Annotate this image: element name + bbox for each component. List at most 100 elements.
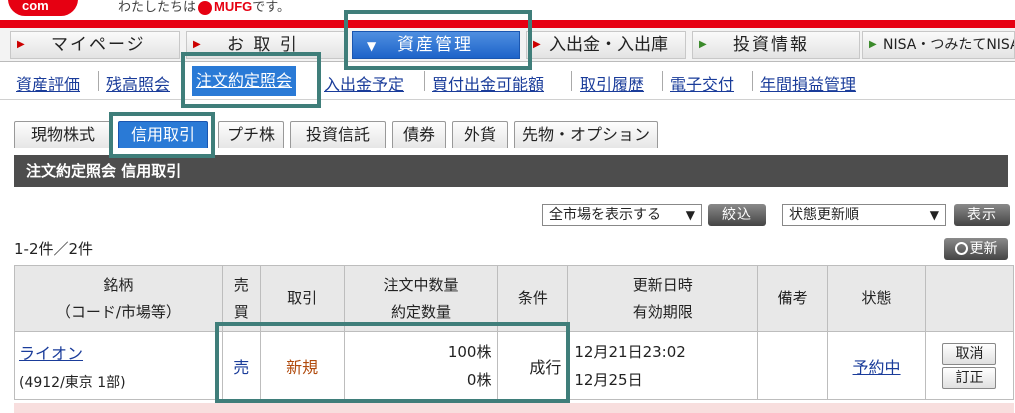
header-order-qty: 注文中数量 — [383, 275, 459, 294]
arrow-down-icon: ▼ — [367, 39, 379, 53]
subnav-annual-pnl[interactable]: 年間損益管理 — [760, 71, 856, 95]
cell-stock: ライオン (4912/東京 1部) — [14, 331, 223, 400]
header-side: 売買 — [221, 265, 261, 332]
status-reserved-link[interactable]: 予約中 — [853, 358, 901, 377]
stock-code: (4912/東京 1部) — [19, 374, 126, 391]
subnav-trade-history[interactable]: 取引履歴 — [580, 71, 644, 95]
header-actions — [924, 265, 1015, 332]
header-updated-at: 更新日時 — [632, 275, 693, 294]
cell-remarks — [757, 331, 829, 400]
cell-trade: 新規 — [259, 331, 345, 400]
nav-asset-management[interactable]: ▼ 資産管理 — [352, 31, 520, 59]
nav-mypage-label: マイページ — [51, 35, 146, 55]
subnav-e-delivery[interactable]: 電子交付 — [670, 71, 734, 95]
brand-logo[interactable]: com — [8, 0, 78, 16]
subnav-divider — [571, 71, 572, 91]
header-trade: 取引 — [259, 265, 345, 332]
tab-margin-trading[interactable]: 信用取引 — [118, 121, 208, 148]
sort-order-select[interactable]: 状態更新順 ▼ — [782, 204, 946, 226]
orders-table: 銘柄 （コード/市場等） 売買 取引 注文中数量 約定数量 条件 更新日時 有効期限 … — [14, 265, 1015, 400]
caret-down-icon: ▼ — [685, 208, 695, 222]
arrow-right-icon: ▶ — [699, 39, 709, 50]
cancel-order-button[interactable]: 取消 — [942, 342, 997, 365]
tab-foreign-currency[interactable]: 外貨 — [452, 121, 508, 148]
tab-futures-options[interactable]: 先物・オプション — [514, 121, 658, 148]
next-row-band — [14, 403, 1014, 413]
updated-at: 12月21日23:02 — [574, 342, 686, 361]
refresh-button[interactable]: 更新 — [944, 238, 1008, 260]
show-button[interactable]: 表示 — [954, 204, 1010, 226]
arrow-right-icon: ▶ — [869, 39, 879, 50]
subnav-balance-inquiry[interactable]: 残高照会 — [106, 71, 170, 95]
tagline-brand: MUFG — [214, 0, 253, 14]
section-title: 注文約定照会 信用取引 — [14, 155, 1008, 187]
nav-nisa[interactable]: ▶ NISA・つみたてNISA — [862, 31, 1015, 59]
nav-trade[interactable]: ▶ お 取 引 — [186, 31, 346, 59]
tagline-suffix: です。 — [252, 0, 290, 15]
expires: 12月25日 — [574, 370, 643, 389]
result-count: 1-2件／2件 — [14, 240, 94, 258]
arrow-right-icon: ▶ — [17, 39, 27, 50]
status-link: 予約中 — [827, 331, 926, 400]
nav-asset-management-label: 資産管理 — [397, 35, 473, 55]
nav-deposit-withdrawal[interactable]: ▶ 入出金・入出庫 — [526, 31, 686, 59]
table-header-row: 銘柄 （コード/市場等） 売買 取引 注文中数量 約定数量 条件 更新日時 有効期限 … — [14, 265, 1015, 332]
nav-nisa-label: NISA・つみたてNISA — [883, 37, 1015, 53]
header-dates: 更新日時 有効期限 — [567, 265, 759, 332]
header-side-sell: 売 — [233, 275, 249, 294]
brand-tagline: わたしたちは MUFGです。 — [118, 0, 290, 15]
refresh-icon — [954, 242, 968, 255]
subnav-deposit-schedule[interactable]: 入出金予定 — [324, 71, 404, 95]
tab-investment-trust[interactable]: 投資信託 — [290, 121, 386, 148]
stock-name-link[interactable]: ライオン — [19, 340, 222, 364]
header-divider — [0, 20, 1015, 28]
nav-mypage[interactable]: ▶ マイページ — [10, 31, 180, 59]
nav-deposit-withdrawal-label: 入出金・入出庫 — [549, 35, 668, 55]
refresh-label: 更新 — [969, 241, 998, 257]
header-filled-qty: 約定数量 — [391, 302, 452, 321]
subnav-divider — [98, 71, 99, 91]
header-stock: 銘柄 （コード/市場等） — [14, 265, 223, 332]
order-qty: 100株 — [447, 342, 492, 361]
market-filter-select[interactable]: 全市場を表示する ▼ — [542, 204, 702, 226]
cell-side: 売 — [221, 331, 261, 400]
header-condition: 条件 — [497, 265, 569, 332]
header-side-buy: 買 — [233, 302, 249, 321]
nav-investment-info[interactable]: ▶ 投資情報 — [692, 31, 860, 59]
subnav-divider — [752, 71, 753, 91]
cell-condition: 成行 — [497, 331, 569, 400]
caret-down-icon: ▼ — [929, 208, 939, 222]
brand-logo-text: com — [22, 0, 49, 13]
cell-quantity: 100株 0株 — [343, 331, 499, 400]
filter-button[interactable]: 絞込 — [708, 204, 766, 226]
tagline-prefix: わたしたちは — [118, 0, 197, 15]
tab-cash-stock[interactable]: 現物株式 — [14, 121, 112, 148]
nav-investment-info-label: 投資情報 — [733, 35, 809, 55]
main-nav: ▶ マイページ ▶ お 取 引 ▼ 資産管理 ▶ 入出金・入出庫 ▶ 投資情報 … — [0, 28, 1015, 62]
header-stock-code: （コード/市場等） — [55, 302, 181, 321]
cell-actions: 取消 訂正 — [924, 331, 1015, 400]
table-row: ライオン (4912/東京 1部) 売 新規 100株 0株 成行 12月21日… — [14, 331, 1015, 400]
subnav-asset-valuation[interactable]: 資産評価 — [16, 71, 80, 95]
amend-order-button[interactable]: 訂正 — [942, 366, 997, 389]
tab-petit-stock[interactable]: プチ株 — [218, 121, 284, 148]
subnav-divider — [424, 71, 425, 91]
arrow-right-icon: ▶ — [193, 39, 203, 50]
subnav-divider — [662, 71, 663, 91]
sub-nav: 資産評価 残高照会 注文約定照会 入出金予定 買付出金可能額 取引履歴 電子交付… — [0, 62, 1015, 100]
sort-order-value: 状態更新順 — [789, 207, 859, 223]
market-filter-value: 全市場を表示する — [549, 207, 661, 223]
header-status: 状態 — [827, 265, 926, 332]
header-quantity: 注文中数量 約定数量 — [343, 265, 499, 332]
cell-dates: 12月21日23:02 12月25日 — [567, 331, 759, 400]
header-expires: 有効期限 — [632, 302, 693, 321]
header-stock-name: 銘柄 — [103, 275, 134, 294]
filled-qty: 0株 — [466, 370, 492, 389]
mufg-mark-icon — [198, 0, 213, 15]
subnav-order-execution-inquiry[interactable]: 注文約定照会 — [192, 66, 297, 96]
subnav-buying-power[interactable]: 買付出金可能額 — [432, 71, 544, 95]
header-remarks: 備考 — [757, 265, 829, 332]
nav-trade-label: お 取 引 — [227, 35, 299, 55]
brand-header: com わたしたちは MUFGです。 — [0, 0, 1015, 22]
tab-bonds[interactable]: 債券 — [392, 121, 446, 148]
